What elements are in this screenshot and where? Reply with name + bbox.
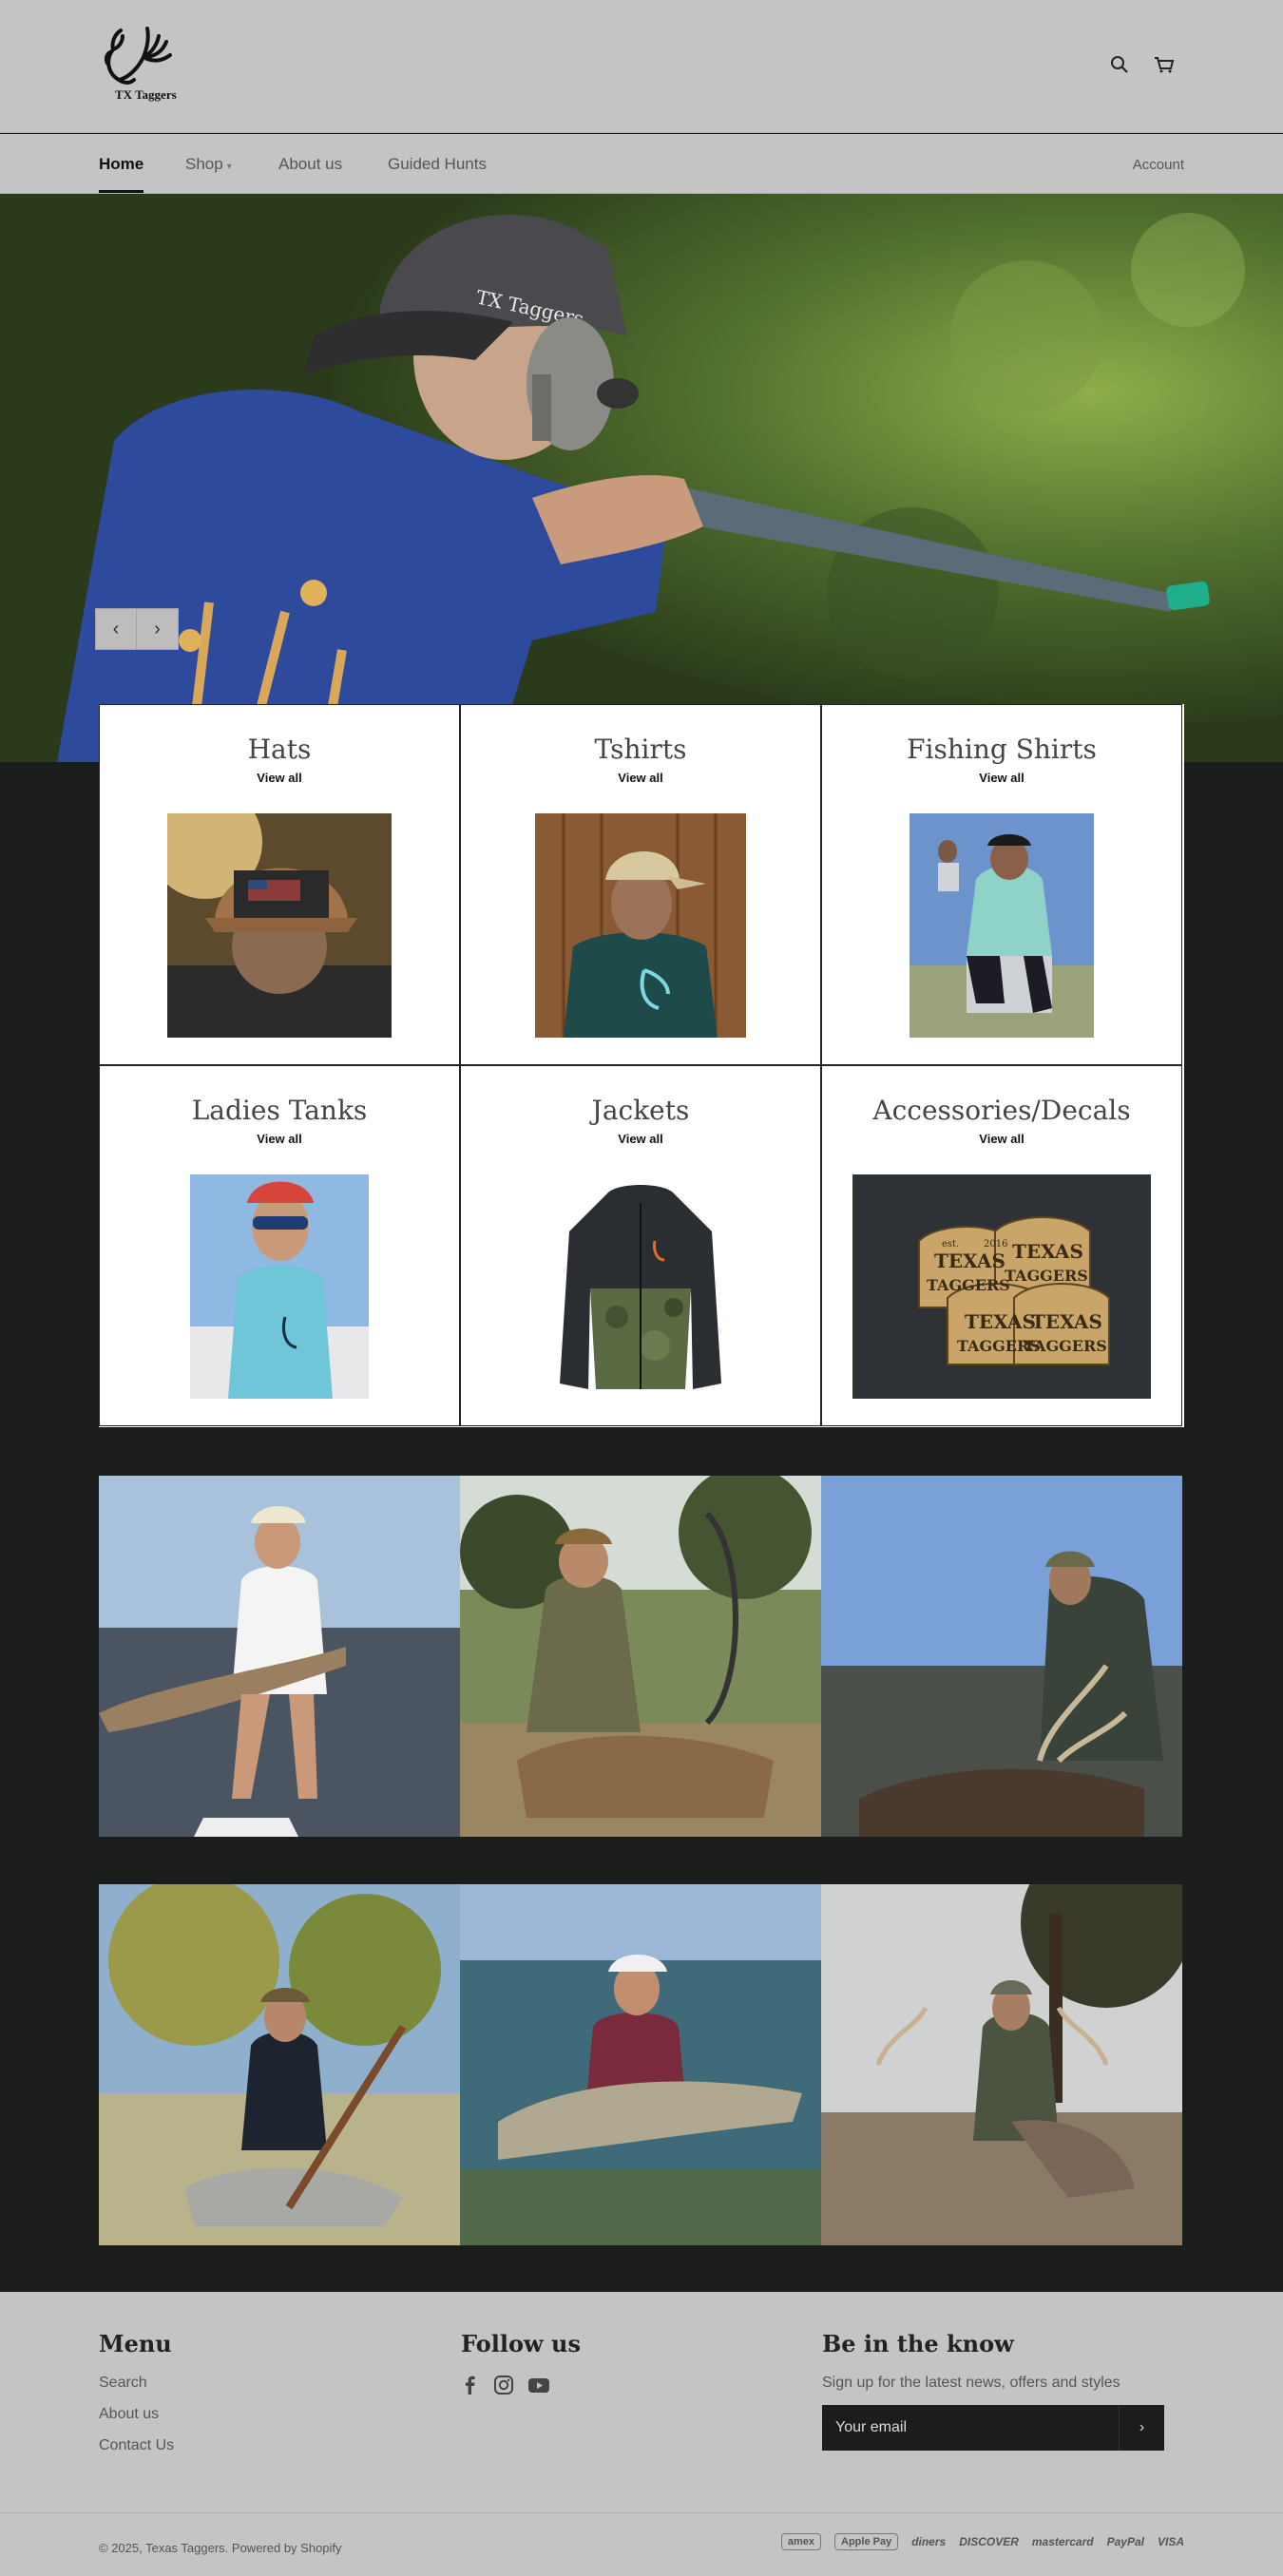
footer-follow: Follow us [461, 2330, 581, 2400]
view-all-link[interactable]: View all [461, 1132, 820, 1146]
collection-title: Fishing Shirts [907, 734, 1097, 765]
footer-link-about[interactable]: About us [99, 2406, 174, 2423]
nav-item-shop[interactable]: Shop ▾ [185, 155, 232, 174]
collection-image [190, 1174, 369, 1399]
collection-title: Tshirts [594, 734, 687, 765]
collection-fishing-shirts[interactable]: Fishing Shirts View all [821, 704, 1182, 1065]
decal-text: TEXAS [965, 1310, 1036, 1333]
diners-icon: diners [911, 2535, 947, 2548]
collection-image [550, 1174, 731, 1399]
decal-text: TEXAS [1012, 1240, 1083, 1263]
account-link[interactable]: Account [1133, 157, 1184, 173]
cart-icon[interactable] [1153, 53, 1176, 76]
footer-divider [0, 2512, 1283, 2513]
apple-pay-icon: Apple Pay [834, 2533, 899, 2550]
decal-text: TEXAS [934, 1250, 1005, 1272]
gallery-image[interactable] [460, 1476, 821, 1837]
search-icon[interactable] [1108, 53, 1131, 76]
collection-image: TEXAS TAGGERS TEXAS TAGGERS TEXAS TAGGER… [852, 1174, 1151, 1399]
collection-tshirts[interactable]: Tshirts View all [460, 704, 821, 1065]
nav-item-home[interactable]: Home [99, 155, 144, 193]
nav-item-guided-hunts[interactable]: Guided Hunts [388, 155, 487, 174]
collection-title: Jackets [591, 1095, 690, 1126]
gallery-row [99, 1884, 1184, 2245]
antler-logo-icon [104, 27, 172, 85]
amex-icon: amex [780, 2533, 821, 2550]
footer-link-contact[interactable]: Contact Us [99, 2437, 174, 2454]
paypal-icon: PayPal [1106, 2535, 1144, 2548]
decal-est: est. [942, 1239, 959, 1250]
discover-icon: DISCOVER [959, 2535, 1019, 2548]
instagram-icon[interactable] [493, 2375, 514, 2400]
collection-title: Hats [247, 734, 312, 765]
view-all-link[interactable]: View all [100, 1132, 459, 1146]
collection-jackets[interactable]: Jackets View all [460, 1065, 821, 1426]
decal-year: 2016 [984, 1239, 1007, 1250]
nav-item-shop-label: Shop [185, 155, 223, 173]
copyright-text: © 2025, Texas Taggers. Powered by Shopif… [99, 2541, 342, 2555]
site-footer: Menu Search About us Contact Us Follow u… [0, 2292, 1283, 2576]
gallery-image[interactable] [821, 1884, 1182, 2245]
newsletter-submit-button[interactable]: › [1119, 2405, 1164, 2451]
email-field[interactable] [822, 2405, 1117, 2451]
mastercard-icon: mastercard [1031, 2535, 1094, 2548]
footer-menu: Menu Search About us Contact Us [99, 2330, 174, 2469]
slider-controls: ‹ › [95, 608, 179, 650]
gallery-image[interactable] [99, 1884, 460, 2245]
visa-icon: VISA [1157, 2535, 1184, 2548]
collection-image [167, 813, 392, 1038]
slide-prev-button[interactable]: ‹ [96, 609, 137, 649]
footer-follow-title: Follow us [461, 2330, 581, 2357]
decal-text: TAGGERS [927, 1276, 1010, 1294]
view-all-link[interactable]: View all [822, 1132, 1181, 1146]
view-all-link[interactable]: View all [822, 771, 1181, 785]
newsletter-description: Sign up for the latest news, offers and … [822, 2375, 1120, 2391]
decal-text: TEXAS [1031, 1310, 1102, 1333]
footer-menu-title: Menu [99, 2330, 172, 2357]
gallery-image[interactable] [460, 1884, 821, 2245]
collection-hats[interactable]: Hats View all [99, 704, 460, 1065]
chevron-down-icon: ▾ [226, 162, 232, 172]
decal-text: TAGGERS [1024, 1337, 1107, 1355]
hero-slideshow: TX Taggers [0, 194, 1283, 762]
facebook-icon[interactable] [461, 2375, 480, 2400]
site-logo[interactable]: TX Taggers [100, 21, 185, 106]
gallery-image[interactable] [99, 1476, 460, 1837]
collection-title: Accessories/Decals [872, 1095, 1131, 1126]
logo-text: TX Taggers [115, 87, 177, 102]
collection-grid: Hats View all Tshirts View all Fishing S… [99, 704, 1184, 1427]
newsletter-form: › [822, 2405, 1164, 2451]
hero-image: TX Taggers [0, 194, 1283, 762]
collection-accessories-decals[interactable]: Accessories/Decals View all TEXAS TAGGER… [821, 1065, 1182, 1426]
collection-ladies-tanks[interactable]: Ladies Tanks View all [99, 1065, 460, 1426]
collection-title: Ladies Tanks [191, 1095, 368, 1126]
collection-image [910, 813, 1094, 1038]
payment-icons: amex Apple Pay diners DISCOVER mastercar… [780, 2533, 1184, 2550]
gallery-row [99, 1476, 1184, 1837]
view-all-link[interactable]: View all [100, 771, 459, 785]
slide-next-button[interactable]: › [137, 609, 178, 649]
view-all-link[interactable]: View all [461, 771, 820, 785]
footer-newsletter-title: Be in the know [822, 2330, 1014, 2357]
decal-text: TAGGERS [1005, 1267, 1088, 1285]
footer-newsletter: Be in the know Sign up for the latest ne… [822, 2330, 1164, 2451]
social-links [461, 2375, 581, 2400]
youtube-icon[interactable] [527, 2375, 550, 2400]
nav-item-about[interactable]: About us [278, 155, 342, 174]
main-nav: Home Shop ▾ About us Guided Hunts Account [0, 134, 1283, 194]
gallery-image[interactable] [821, 1476, 1182, 1837]
footer-link-search[interactable]: Search [99, 2375, 174, 2392]
collection-image [535, 813, 746, 1038]
site-header: TX Taggers [0, 0, 1283, 133]
